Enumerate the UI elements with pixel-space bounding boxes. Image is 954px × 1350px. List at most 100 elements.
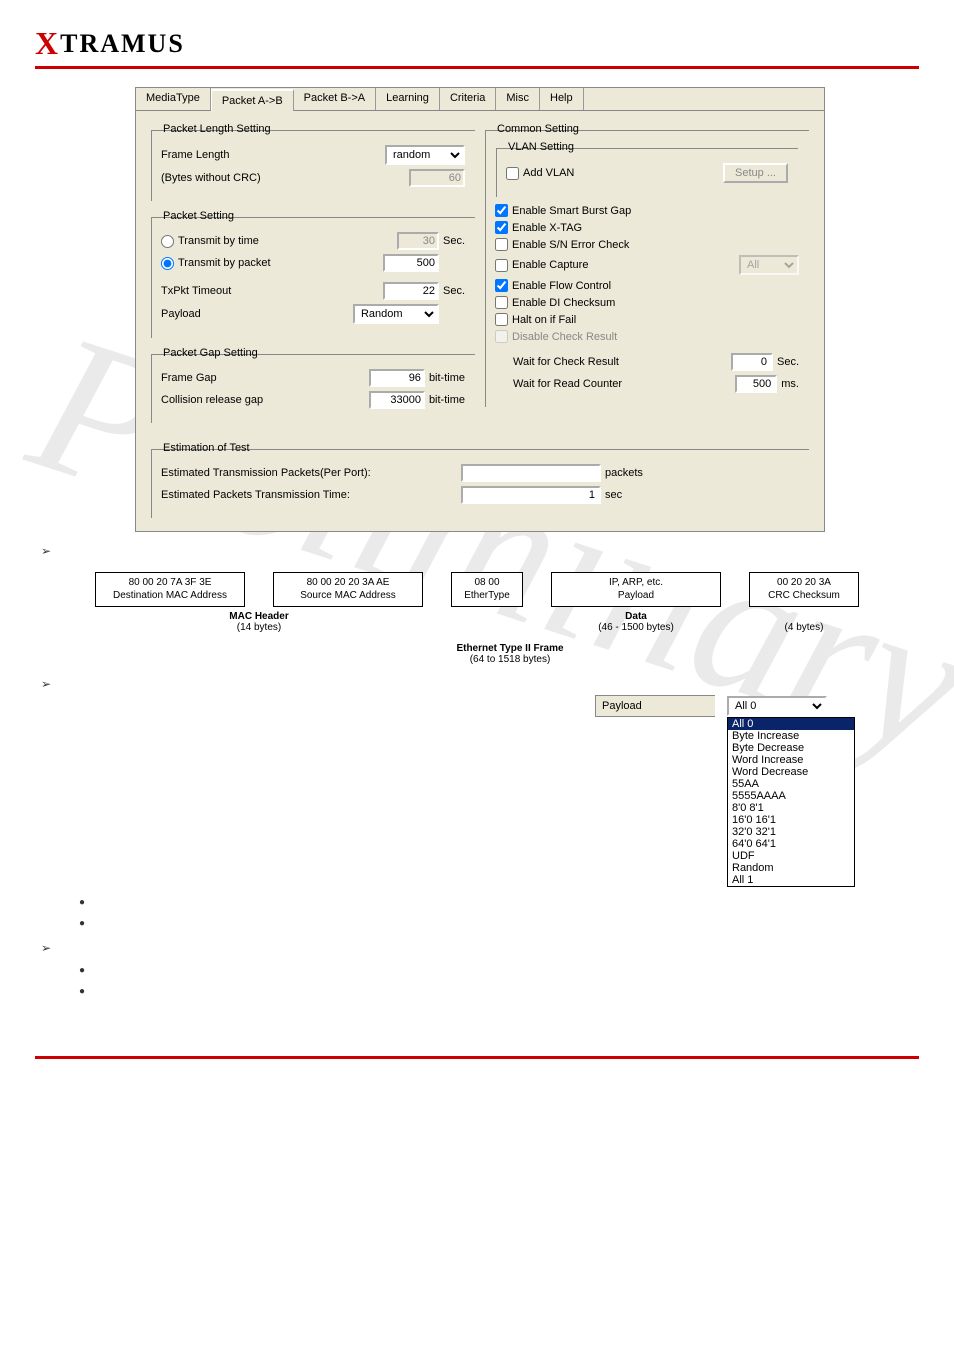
packet-length-group: Packet Length Setting Frame Length rando… bbox=[150, 123, 476, 202]
txpkt-timeout-input[interactable] bbox=[383, 282, 439, 300]
collision-gap-label: Collision release gap bbox=[161, 394, 263, 406]
txpkt-timeout-label: TxPkt Timeout bbox=[161, 285, 231, 297]
payload-option[interactable]: Word Decrease bbox=[728, 766, 854, 778]
transmit-by-time-input bbox=[397, 232, 439, 250]
enable-di-checksum-checkbox[interactable] bbox=[495, 296, 508, 309]
payload-option[interactable]: UDF bbox=[728, 850, 854, 862]
payload-option[interactable]: Random bbox=[728, 862, 854, 874]
enable-xtag-label: Enable X-TAG bbox=[512, 222, 582, 234]
frame-payload: IP, ARP, etc.Payload bbox=[551, 572, 721, 607]
chevron-icon: ➢ bbox=[41, 677, 919, 691]
frame-title: Ethernet Type II Frame(64 to 1518 bytes) bbox=[95, 643, 925, 665]
est-tx-time-unit: sec bbox=[605, 489, 622, 501]
est-tx-packets-label: Estimated Transmission Packets(Per Port)… bbox=[161, 467, 461, 479]
enable-smart-burst-checkbox[interactable] bbox=[495, 204, 508, 217]
packet-gap-legend: Packet Gap Setting bbox=[161, 347, 260, 359]
payload-option[interactable]: 55AA bbox=[728, 778, 854, 790]
capture-select: All bbox=[739, 255, 799, 275]
wait-check-result-unit: Sec. bbox=[777, 356, 799, 368]
payload-select[interactable]: Random bbox=[353, 304, 439, 324]
add-vlan-label: Add VLAN bbox=[523, 167, 574, 179]
tab-packet-ba[interactable]: Packet B->A bbox=[294, 88, 376, 110]
transmit-by-time-unit: Sec. bbox=[443, 235, 465, 247]
disable-check-result-checkbox bbox=[495, 330, 508, 343]
vlan-setting-legend: VLAN Setting bbox=[506, 141, 576, 153]
collision-gap-input[interactable] bbox=[369, 391, 425, 409]
wait-check-result-input[interactable] bbox=[731, 353, 773, 371]
frame-ethertype: 08 00EtherType bbox=[451, 572, 523, 607]
payload-option[interactable]: Word Increase bbox=[728, 754, 854, 766]
payload-detail-select[interactable]: All 0 bbox=[727, 696, 827, 716]
ethernet-frame-diagram: 80 00 20 7A 3F 3EDestination MAC Address… bbox=[95, 562, 925, 665]
tab-packet-ab[interactable]: Packet A->B bbox=[211, 89, 294, 111]
est-tx-time-input bbox=[461, 486, 601, 504]
enable-smart-burst-label: Enable Smart Burst Gap bbox=[512, 205, 631, 217]
frame-gap-label: Frame Gap bbox=[161, 372, 217, 384]
add-vlan-checkbox[interactable] bbox=[506, 167, 519, 180]
payload-option[interactable]: 5555AAAA bbox=[728, 790, 854, 802]
frame-length-select[interactable]: random bbox=[385, 145, 465, 165]
payload-detail-label: Payload bbox=[595, 695, 715, 717]
bullet-icon: ● bbox=[79, 986, 919, 997]
frame-src-mac: 80 00 20 20 3A AESource MAC Address bbox=[273, 572, 423, 607]
payload-option[interactable]: 16'0 16'1 bbox=[728, 814, 854, 826]
frame-length-label: Frame Length bbox=[161, 149, 229, 161]
transmit-by-time-label: Transmit by time bbox=[178, 235, 259, 247]
transmit-by-time-radio[interactable] bbox=[161, 235, 174, 248]
tab-criteria[interactable]: Criteria bbox=[440, 88, 496, 110]
enable-sn-error-checkbox[interactable] bbox=[495, 238, 508, 251]
est-tx-time-label: Estimated Packets Transmission Time: bbox=[161, 489, 461, 501]
chevron-icon: ➢ bbox=[41, 544, 919, 558]
payload-option[interactable]: All 1 bbox=[728, 874, 854, 886]
payload-option[interactable]: 8'0 8'1 bbox=[728, 802, 854, 814]
packet-setting-group: Packet Setting Transmit by time Sec. Tra… bbox=[150, 210, 476, 339]
bytes-without-crc-input bbox=[409, 169, 465, 187]
tab-learning[interactable]: Learning bbox=[376, 88, 440, 110]
vlan-setup-button: Setup ... bbox=[723, 163, 788, 183]
halt-on-fail-label: Halt on if Fail bbox=[512, 314, 576, 326]
enable-xtag-checkbox[interactable] bbox=[495, 221, 508, 234]
tab-mediatype[interactable]: MediaType bbox=[136, 88, 211, 110]
wait-check-result-label: Wait for Check Result bbox=[513, 356, 619, 368]
enable-di-checksum-label: Enable DI Checksum bbox=[512, 297, 615, 309]
enable-capture-checkbox[interactable] bbox=[495, 259, 508, 272]
payload-option[interactable]: 64'0 64'1 bbox=[728, 838, 854, 850]
common-setting-legend: Common Setting bbox=[495, 123, 581, 135]
frame-crc: 00 20 20 3ACRC Checksum bbox=[749, 572, 859, 607]
enable-flow-control-label: Enable Flow Control bbox=[512, 280, 611, 292]
common-setting-group: Common Setting VLAN Setting Add VLAN Set… bbox=[484, 123, 810, 408]
bullet-icon: ● bbox=[79, 918, 919, 929]
payload-option[interactable]: 32'0 32'1 bbox=[728, 826, 854, 838]
enable-capture-label: Enable Capture bbox=[512, 259, 588, 271]
settings-dialog: MediaType Packet A->B Packet B->A Learni… bbox=[135, 87, 825, 532]
logo-bar: XTRAMUS bbox=[35, 25, 919, 69]
payload-dropdown-list[interactable]: All 0 Byte Increase Byte Decrease Word I… bbox=[727, 717, 855, 887]
enable-flow-control-checkbox[interactable] bbox=[495, 279, 508, 292]
frame-gap-unit: bit-time bbox=[429, 372, 465, 384]
vlan-setting-group: VLAN Setting Add VLAN Setup ... bbox=[495, 141, 799, 198]
wait-read-counter-label: Wait for Read Counter bbox=[513, 378, 622, 390]
payload-option[interactable]: All 0 bbox=[728, 718, 854, 730]
logo: XTRAMUS bbox=[35, 29, 185, 58]
transmit-by-packet-input[interactable] bbox=[383, 254, 439, 272]
packet-setting-legend: Packet Setting bbox=[161, 210, 236, 222]
packet-gap-group: Packet Gap Setting Frame Gap bit-time Co… bbox=[150, 347, 476, 424]
transmit-by-packet-label: Transmit by packet bbox=[178, 257, 271, 269]
enable-sn-error-label: Enable S/N Error Check bbox=[512, 239, 629, 251]
estimation-group: Estimation of Test Estimated Transmissio… bbox=[150, 442, 810, 519]
estimation-legend: Estimation of Test bbox=[161, 442, 252, 454]
footer-rule bbox=[35, 1056, 919, 1059]
tab-help[interactable]: Help bbox=[540, 88, 584, 110]
payload-option[interactable]: Byte Decrease bbox=[728, 742, 854, 754]
wait-read-counter-input[interactable] bbox=[735, 375, 777, 393]
txpkt-timeout-unit: Sec. bbox=[443, 285, 465, 297]
tab-misc[interactable]: Misc bbox=[496, 88, 540, 110]
bullet-icon: ● bbox=[79, 897, 919, 908]
payload-option[interactable]: Byte Increase bbox=[728, 730, 854, 742]
packet-length-legend: Packet Length Setting bbox=[161, 123, 273, 135]
chevron-icon: ➢ bbox=[41, 941, 919, 955]
frame-gap-input[interactable] bbox=[369, 369, 425, 387]
halt-on-fail-checkbox[interactable] bbox=[495, 313, 508, 326]
payload-label: Payload bbox=[161, 308, 201, 320]
transmit-by-packet-radio[interactable] bbox=[161, 257, 174, 270]
